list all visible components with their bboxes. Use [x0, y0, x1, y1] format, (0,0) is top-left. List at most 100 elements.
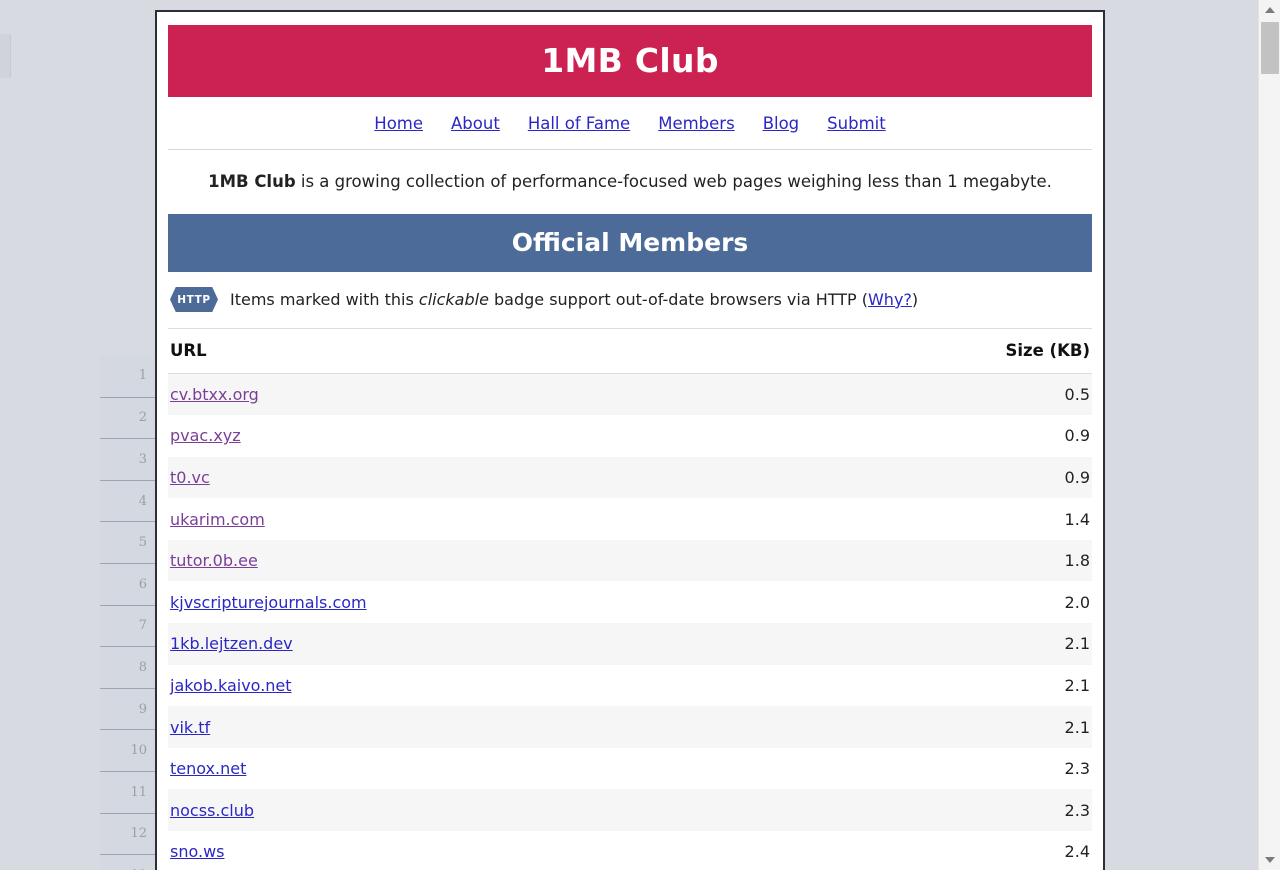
cell-size: 2.1	[1064, 717, 1090, 737]
gutter-row: 4	[100, 479, 155, 522]
badge-note-text-before: Items marked with this	[230, 290, 419, 309]
cell-size: 2.4	[1064, 842, 1090, 862]
gutter-row: 3	[100, 438, 155, 480]
gutter-row: 7	[100, 604, 155, 647]
member-link[interactable]: kjvscripturejournals.com	[170, 593, 367, 612]
badge-note-text: Items marked with this clickable badge s…	[230, 290, 918, 309]
cell-url: t0.vc	[168, 457, 809, 499]
site-tagline: 1MB Club is a growing collection of perf…	[168, 150, 1092, 214]
table-row: tenox.net 2.3	[168, 747, 1092, 790]
row-number: 11	[130, 784, 147, 800]
members-table: URL Size (KB) cv.btxx.org 0.5 pvac.xyz 0.9 t…	[168, 329, 1092, 870]
nav-link-blog[interactable]: Blog	[763, 114, 799, 133]
tagline-text: is a growing collection of performance-f…	[295, 172, 1052, 191]
member-link[interactable]: cv.btxx.org	[170, 385, 259, 404]
cell-url: sno.ws	[168, 831, 809, 870]
member-link[interactable]: nocss.club	[170, 801, 254, 820]
cell-size: 0.9	[1064, 426, 1090, 446]
member-link[interactable]: sno.ws	[170, 842, 225, 861]
scroll-up-button[interactable]	[1259, 0, 1280, 20]
gutter-row: 11	[100, 770, 155, 813]
member-link[interactable]: t0.vc	[170, 468, 210, 487]
row-number: 7	[138, 618, 147, 634]
nav-link-hall-of-fame[interactable]: Hall of Fame	[528, 114, 630, 133]
row-number: 6	[138, 576, 147, 592]
http-badge-icon[interactable]: HTTP	[170, 287, 218, 312]
scrollbar-thumb[interactable]	[1261, 22, 1279, 74]
cell-url: tutor.0b.ee	[168, 540, 809, 582]
cell-url: pvac.xyz	[168, 415, 809, 457]
cell-size: 2.3	[1064, 800, 1090, 820]
nav-link-members[interactable]: Members	[658, 114, 734, 133]
cell-url: jakob.kaivo.net	[168, 665, 809, 707]
row-number: 5	[138, 535, 147, 551]
cell-url: cv.btxx.org	[168, 374, 809, 416]
row-number: 1	[138, 368, 147, 384]
cell-size: 1.8	[1064, 551, 1090, 571]
gutter-row: 5	[100, 521, 155, 563]
cell-size: 0.5	[1064, 385, 1090, 405]
row-number: 2	[138, 410, 147, 426]
table-row: tutor.0b.ee 1.8	[168, 539, 1092, 582]
column-header-url: URL	[168, 329, 810, 374]
table-row: kjvscripturejournals.com 2.0	[168, 581, 1092, 624]
row-number: 4	[138, 493, 147, 509]
cell-size: 1.4	[1064, 509, 1090, 529]
site-title: 1MB Club	[168, 25, 1092, 97]
gutter-row: 6	[100, 562, 155, 605]
why-link[interactable]: Why?	[868, 290, 912, 309]
member-link[interactable]: vik.tf	[170, 718, 210, 737]
nav-link-submit[interactable]: Submit	[827, 114, 886, 133]
page-root: 12345678910111213 1MB Club HomeAboutHall…	[0, 0, 1280, 870]
scroll-down-button[interactable]	[1259, 850, 1280, 870]
table-row: pvac.xyz 0.9	[168, 415, 1092, 457]
cell-url: ukarim.com	[168, 498, 809, 540]
cell-size: 2.0	[1064, 592, 1090, 612]
row-number: 8	[138, 659, 147, 675]
cell-size: 2.3	[1064, 759, 1090, 779]
gutter-row: 1	[100, 355, 155, 397]
member-link[interactable]: tenox.net	[170, 759, 246, 778]
cell-size: 0.9	[1064, 467, 1090, 487]
members-table-body: cv.btxx.org 0.5 pvac.xyz 0.9 t0.vc 0.9 ukarim.…	[168, 373, 1092, 870]
gutter-row: 12	[100, 812, 155, 855]
table-row: cv.btxx.org 0.5	[168, 373, 1092, 416]
left-panel-handle[interactable]	[0, 34, 11, 78]
table-row: sno.ws 2.4	[168, 831, 1092, 870]
row-number: 12	[130, 826, 147, 842]
table-row: nocss.club 2.3	[168, 789, 1092, 832]
nav-link-about[interactable]: About	[451, 114, 500, 133]
vertical-scrollbar[interactable]	[1258, 0, 1280, 870]
row-number-gutter: 12345678910111213	[100, 355, 155, 870]
cell-url: vik.tf	[168, 706, 809, 748]
gutter-row: 13	[100, 854, 155, 870]
badge-note-emphasis: clickable	[418, 290, 489, 309]
http-badge-note: HTTP Items marked with this clickable ba…	[168, 272, 1092, 329]
gutter-row: 8	[100, 646, 155, 688]
table-row: t0.vc 0.9	[168, 456, 1092, 499]
member-link[interactable]: 1kb.lejtzen.dev	[170, 634, 293, 653]
cell-size: 2.1	[1064, 634, 1090, 654]
nav-link-home[interactable]: Home	[374, 114, 423, 133]
table-row: 1kb.lejtzen.dev 2.1	[168, 623, 1092, 665]
section-heading: Official Members	[168, 214, 1092, 272]
table-header-row: URL Size (KB)	[168, 329, 1092, 374]
cell-url: nocss.club	[168, 789, 809, 831]
chevron-up-icon	[1265, 7, 1275, 13]
gutter-row: 2	[100, 396, 155, 439]
gutter-row: 10	[100, 729, 155, 771]
table-row: ukarim.com 1.4	[168, 498, 1092, 540]
member-link[interactable]: ukarim.com	[170, 510, 265, 529]
member-link[interactable]: jakob.kaivo.net	[170, 676, 292, 695]
badge-note-text-after: badge support out-of-date browsers via H…	[488, 290, 868, 309]
table-row: vik.tf 2.1	[168, 706, 1092, 748]
chevron-down-icon	[1265, 857, 1275, 863]
tagline-brand: 1MB Club	[208, 172, 296, 191]
row-number: 9	[138, 701, 147, 717]
cell-size: 2.1	[1064, 675, 1090, 695]
badge-note-text-end: )	[911, 290, 919, 309]
column-header-size: Size (KB)	[809, 329, 1092, 374]
member-link[interactable]: pvac.xyz	[170, 426, 241, 445]
member-link[interactable]: tutor.0b.ee	[170, 551, 258, 570]
gutter-row: 9	[100, 687, 155, 730]
